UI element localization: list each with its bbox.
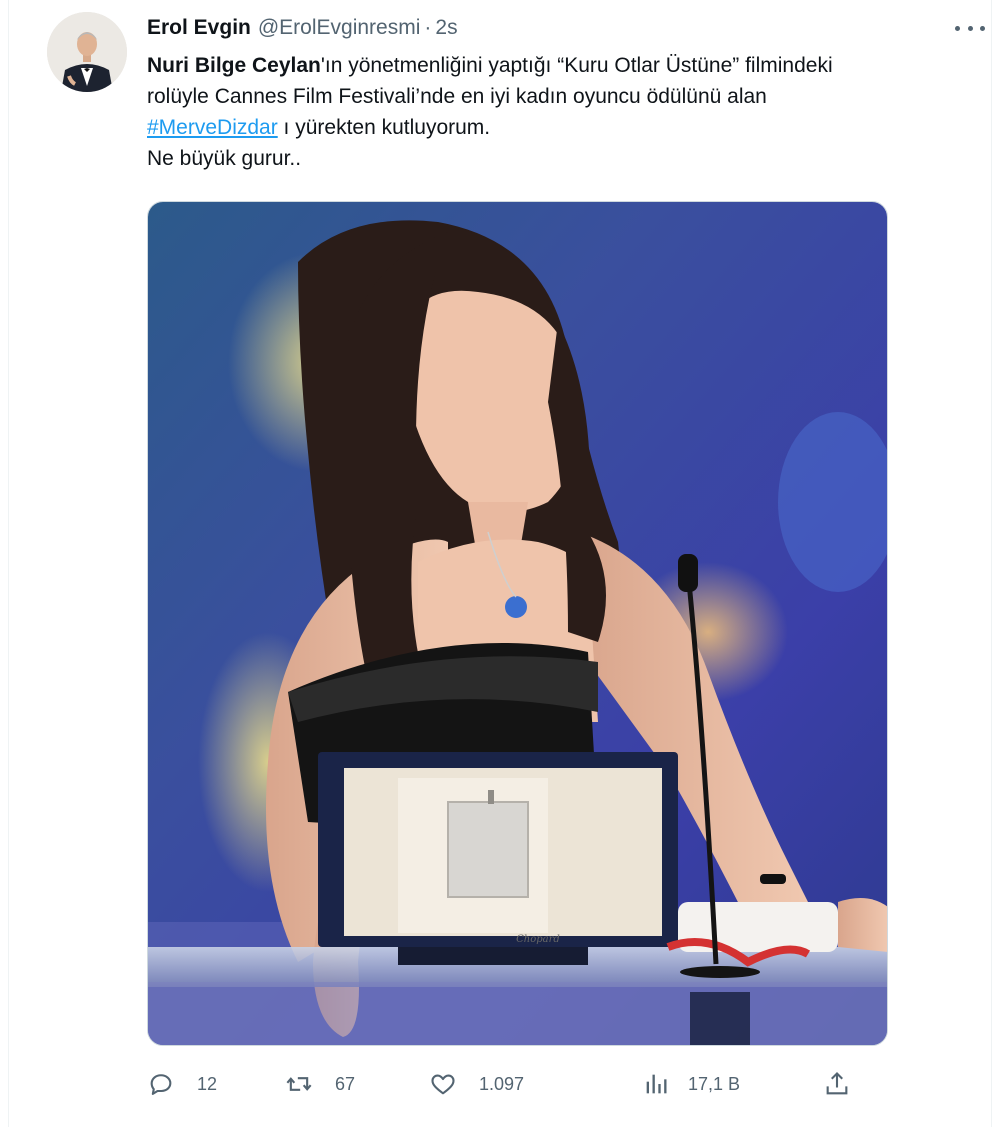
tweet-text-line-2: rolüyle Cannes Film Festivali’nde en iyi… xyxy=(147,85,767,108)
plaque-text: Chopard xyxy=(516,934,560,945)
author-name[interactable]: Erol Evgin xyxy=(147,16,251,40)
views-chart-icon xyxy=(642,1070,670,1098)
tweet-text-line-3-rest: ı yürekten kutluyorum. xyxy=(277,116,491,139)
share-button[interactable] xyxy=(823,1066,851,1102)
retweet-icon xyxy=(285,1070,313,1098)
tweet-card[interactable]: Erol Evgin @ErolEvginresmi · 2s Nuri Bil… xyxy=(8,0,992,1127)
header-separator: · xyxy=(424,16,432,39)
share-icon xyxy=(823,1070,851,1098)
reply-button[interactable]: 12 xyxy=(147,1066,217,1102)
tweet-text-line-4: Ne büyük gurur.. xyxy=(147,147,302,170)
retweet-count: 67 xyxy=(335,1073,356,1094)
reply-count: 12 xyxy=(197,1073,218,1094)
tweet-text: Nuri Bilge Ceylan'ın yönetmenliğini yapt… xyxy=(147,50,997,174)
like-count: 1.097 xyxy=(479,1073,525,1094)
more-horizontal-icon[interactable] xyxy=(955,18,985,38)
author-avatar[interactable] xyxy=(47,12,127,92)
views-count: 17,1 B xyxy=(688,1073,741,1094)
avatar-image xyxy=(47,12,127,92)
heart-icon xyxy=(429,1070,457,1098)
tweet-text-line-1-rest: 'ın yönetmenliğini yaptığı “Kuru Otlar Ü… xyxy=(320,54,833,77)
tweet-header: Erol Evgin @ErolEvginresmi · 2s xyxy=(147,14,458,42)
more-dot xyxy=(967,25,973,31)
author-handle[interactable]: @ErolEvginresmi xyxy=(258,16,421,40)
tweet-timestamp[interactable]: 2s xyxy=(435,16,457,40)
hashtag-link[interactable]: #MerveDizdar xyxy=(147,116,278,139)
more-dot xyxy=(980,25,985,31)
more-dot xyxy=(955,25,960,31)
tweet-text-line-3: #MerveDizdar ı yürekten kutluyorum. xyxy=(147,112,997,143)
views-button[interactable]: 17,1 B xyxy=(642,1066,740,1102)
mention-director: Nuri Bilge Ceylan xyxy=(147,54,321,77)
reply-icon xyxy=(147,1070,175,1098)
like-button[interactable]: 1.097 xyxy=(429,1066,524,1102)
retweet-button[interactable]: 67 xyxy=(285,1066,355,1102)
tweet-actions: 12 67 1.097 17,1 B xyxy=(147,1066,851,1102)
tweet-text-line-1: Nuri Bilge Ceylan'ın yönetmenliğini yapt… xyxy=(147,50,997,81)
award-photo: Chopard xyxy=(148,202,887,1045)
tweet-photo[interactable]: Chopard xyxy=(147,201,888,1046)
